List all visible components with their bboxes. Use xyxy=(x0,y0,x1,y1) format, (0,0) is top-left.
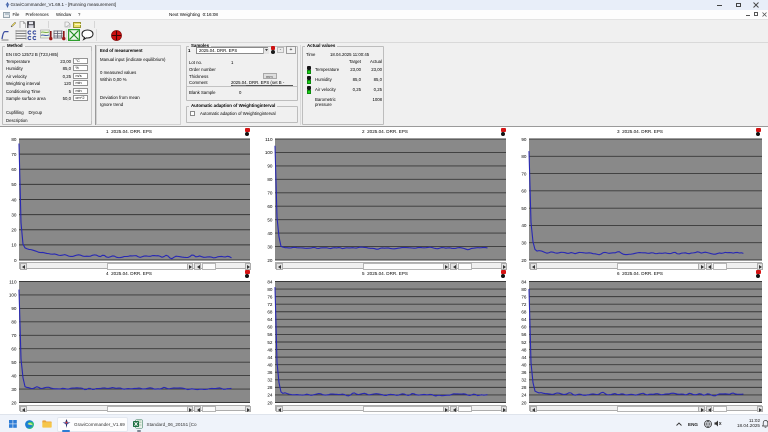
svg-text:44: 44 xyxy=(521,355,527,360)
svg-text:68: 68 xyxy=(521,310,527,315)
svg-text:84: 84 xyxy=(521,279,527,284)
svg-text:60: 60 xyxy=(521,325,527,330)
svg-text:40: 40 xyxy=(521,362,527,367)
svg-text:76: 76 xyxy=(521,294,527,299)
svg-text:24: 24 xyxy=(521,393,527,398)
svg-text:48: 48 xyxy=(521,347,527,352)
svg-text:36: 36 xyxy=(521,370,527,375)
svg-text:80: 80 xyxy=(521,287,527,292)
svg-text:56: 56 xyxy=(521,332,527,337)
svg-text:52: 52 xyxy=(521,340,527,345)
svg-text:72: 72 xyxy=(521,302,527,307)
svg-text:28: 28 xyxy=(521,385,527,390)
svg-text:32: 32 xyxy=(521,378,527,383)
svg-text:64: 64 xyxy=(521,317,527,322)
svg-text:20: 20 xyxy=(521,400,527,405)
